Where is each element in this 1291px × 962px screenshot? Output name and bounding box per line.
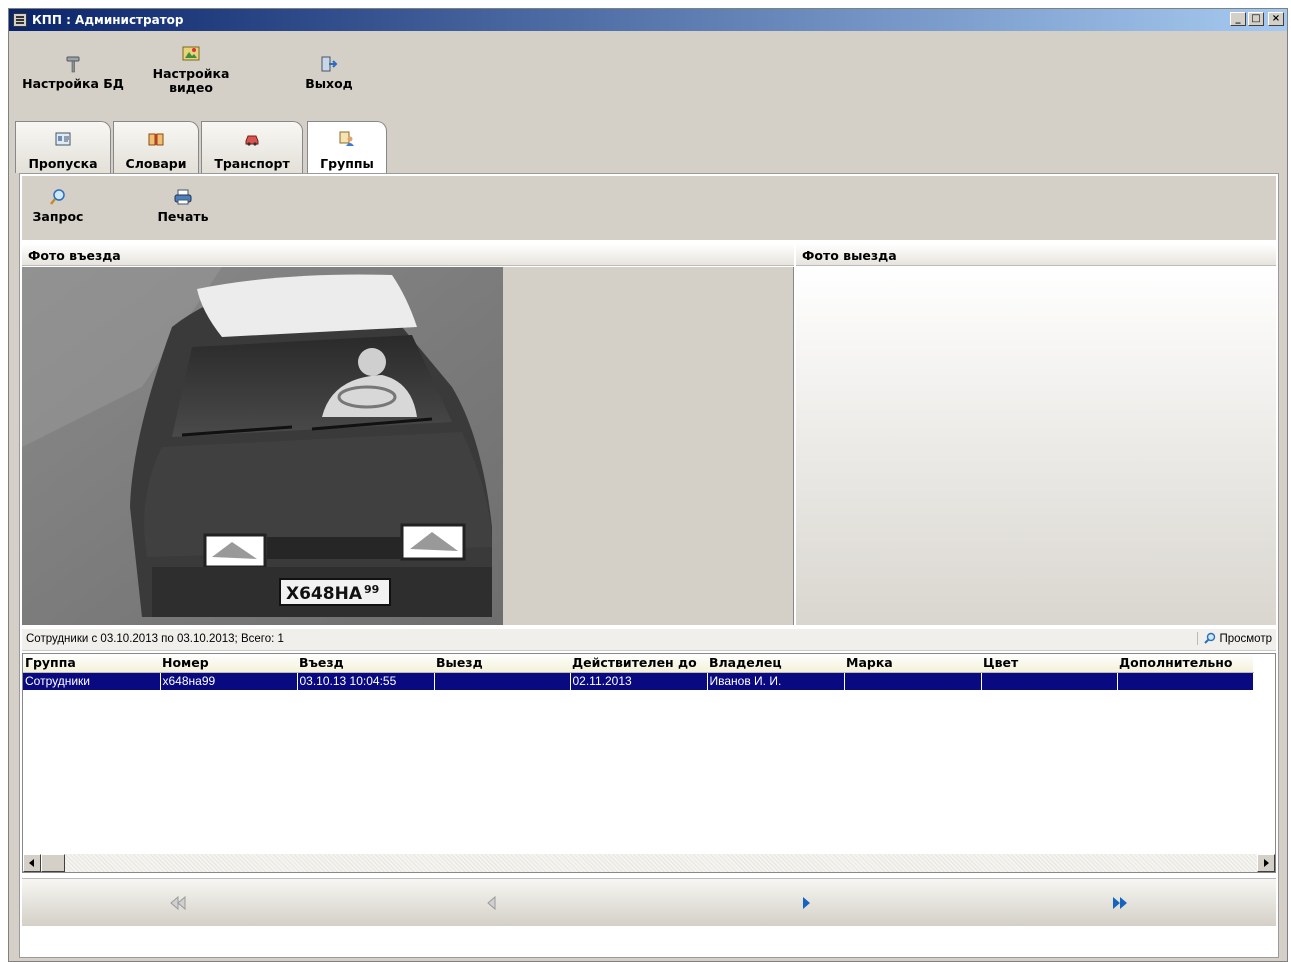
cell-number: х648на99 — [160, 672, 298, 690]
db-settings-label: Настройка БД — [22, 76, 124, 91]
book-icon — [148, 133, 164, 146]
plate-region: 99 — [364, 583, 379, 596]
search-icon — [50, 189, 65, 205]
tab-groups-label: Группы — [320, 156, 374, 171]
exit-label: Выход — [305, 76, 353, 91]
exit-photo-title: Фото выезда — [796, 244, 1276, 266]
table-row[interactable]: Сотрудники х648на99 03.10.13 10:04:55 02… — [23, 672, 1254, 690]
col-additional[interactable]: Дополнительно — [1117, 654, 1253, 673]
scroll-right-button[interactable] — [1257, 854, 1275, 872]
main-window: КПП : Администратор _ □ × Настройка БД Н… — [8, 8, 1288, 962]
hammer-icon — [66, 56, 80, 73]
query-toolbar: Запрос Печать — [22, 176, 1276, 240]
first-page-icon[interactable] — [168, 895, 188, 911]
tab-groups[interactable]: Группы — [307, 121, 387, 174]
maximize-button[interactable]: □ — [1248, 12, 1264, 26]
tab-transport-label: Транспорт — [214, 156, 290, 171]
app-icon — [13, 13, 27, 27]
view-button[interactable]: Просмотр — [1197, 632, 1272, 645]
query-button[interactable]: Запрос — [28, 188, 88, 224]
tab-passes-label: Пропуска — [28, 156, 98, 171]
tab-transport[interactable]: Транспорт — [201, 121, 303, 173]
cell-owner: Иванов И. И. — [707, 672, 845, 690]
last-page-icon[interactable] — [1110, 895, 1130, 911]
video-settings-button[interactable]: Настройка видео — [141, 45, 241, 95]
exit-door-icon — [321, 56, 338, 72]
status-bar: Сотрудники с 03.10.2013 по 03.10.2013; В… — [22, 629, 1276, 651]
grid-header: Группа Номер Въезд Выезд Действителен до… — [23, 654, 1253, 673]
next-page-icon[interactable] — [796, 895, 816, 911]
group-users-icon — [339, 131, 354, 146]
horizontal-scrollbar[interactable] — [23, 854, 1275, 872]
cell-brand — [844, 672, 982, 690]
db-settings-button[interactable]: Настройка БД — [13, 55, 133, 91]
records-grid[interactable]: Группа Номер Въезд Выезд Действителен до… — [22, 653, 1276, 873]
print-button[interactable]: Печать — [148, 188, 218, 224]
video-settings-label-1: Настройка — [152, 66, 230, 81]
scroll-right-arrow-icon — [1264, 859, 1269, 867]
plate-number: X648HA — [286, 584, 363, 604]
video-settings-icon — [182, 46, 200, 61]
cell-additional — [1117, 672, 1254, 690]
tab-strip: Пропуска Словари Транспорт Группы — [15, 121, 615, 174]
car-icon — [245, 135, 259, 146]
scroll-left-button[interactable] — [23, 854, 41, 872]
tab-passes[interactable]: Пропуска — [15, 121, 111, 173]
col-exit[interactable]: Выезд — [434, 654, 570, 673]
exit-button[interactable]: Выход — [289, 55, 369, 91]
col-group[interactable]: Группа — [23, 654, 160, 673]
col-owner[interactable]: Владелец — [707, 654, 844, 673]
prev-page-icon[interactable] — [482, 895, 502, 911]
close-button[interactable]: × — [1268, 12, 1284, 26]
entry-photo-title: Фото въезда — [22, 244, 794, 266]
cell-exit — [434, 672, 571, 690]
entry-photo: X648HA 99 — [22, 267, 503, 625]
video-settings-label-2: видео — [169, 80, 213, 95]
query-label: Запрос — [32, 209, 84, 224]
window-title: КПП : Администратор — [32, 13, 184, 27]
col-valid-until[interactable]: Действителен до — [570, 654, 707, 673]
cell-color — [981, 672, 1118, 690]
status-text: Сотрудники с 03.10.2013 по 03.10.2013; В… — [26, 633, 284, 645]
exit-photo-area — [796, 267, 1276, 625]
navigation-bar — [22, 878, 1276, 926]
magnifier-icon — [1204, 632, 1216, 644]
id-card-icon — [55, 132, 71, 146]
entry-photo-area: X648HA 99 — [22, 267, 794, 625]
cell-group: Сотрудники — [23, 672, 161, 690]
main-toolbar: Настройка БД Настройка видео Выход — [9, 33, 409, 117]
col-color[interactable]: Цвет — [981, 654, 1117, 673]
minimize-button[interactable]: _ — [1230, 12, 1246, 26]
groups-panel: Запрос Печать Фото въезда Фото выезда X6… — [19, 173, 1279, 958]
tab-dictionaries-label: Словари — [125, 156, 187, 171]
tab-dictionaries[interactable]: Словари — [113, 121, 199, 173]
title-bar[interactable]: КПП : Администратор _ □ × — [9, 9, 1287, 31]
records-table: Группа Номер Въезд Выезд Действителен до… — [23, 654, 1254, 690]
col-number[interactable]: Номер — [160, 654, 297, 673]
col-entry[interactable]: Въезд — [297, 654, 434, 673]
print-label: Печать — [157, 209, 209, 224]
col-brand[interactable]: Марка — [844, 654, 981, 673]
scroll-left-arrow-icon — [29, 859, 34, 867]
cell-valid-until: 02.11.2013 — [570, 672, 708, 690]
scroll-thumb[interactable] — [41, 854, 65, 872]
view-button-label: Просмотр — [1219, 633, 1272, 645]
printer-icon — [174, 189, 192, 205]
cell-entry: 03.10.13 10:04:55 — [297, 672, 435, 690]
